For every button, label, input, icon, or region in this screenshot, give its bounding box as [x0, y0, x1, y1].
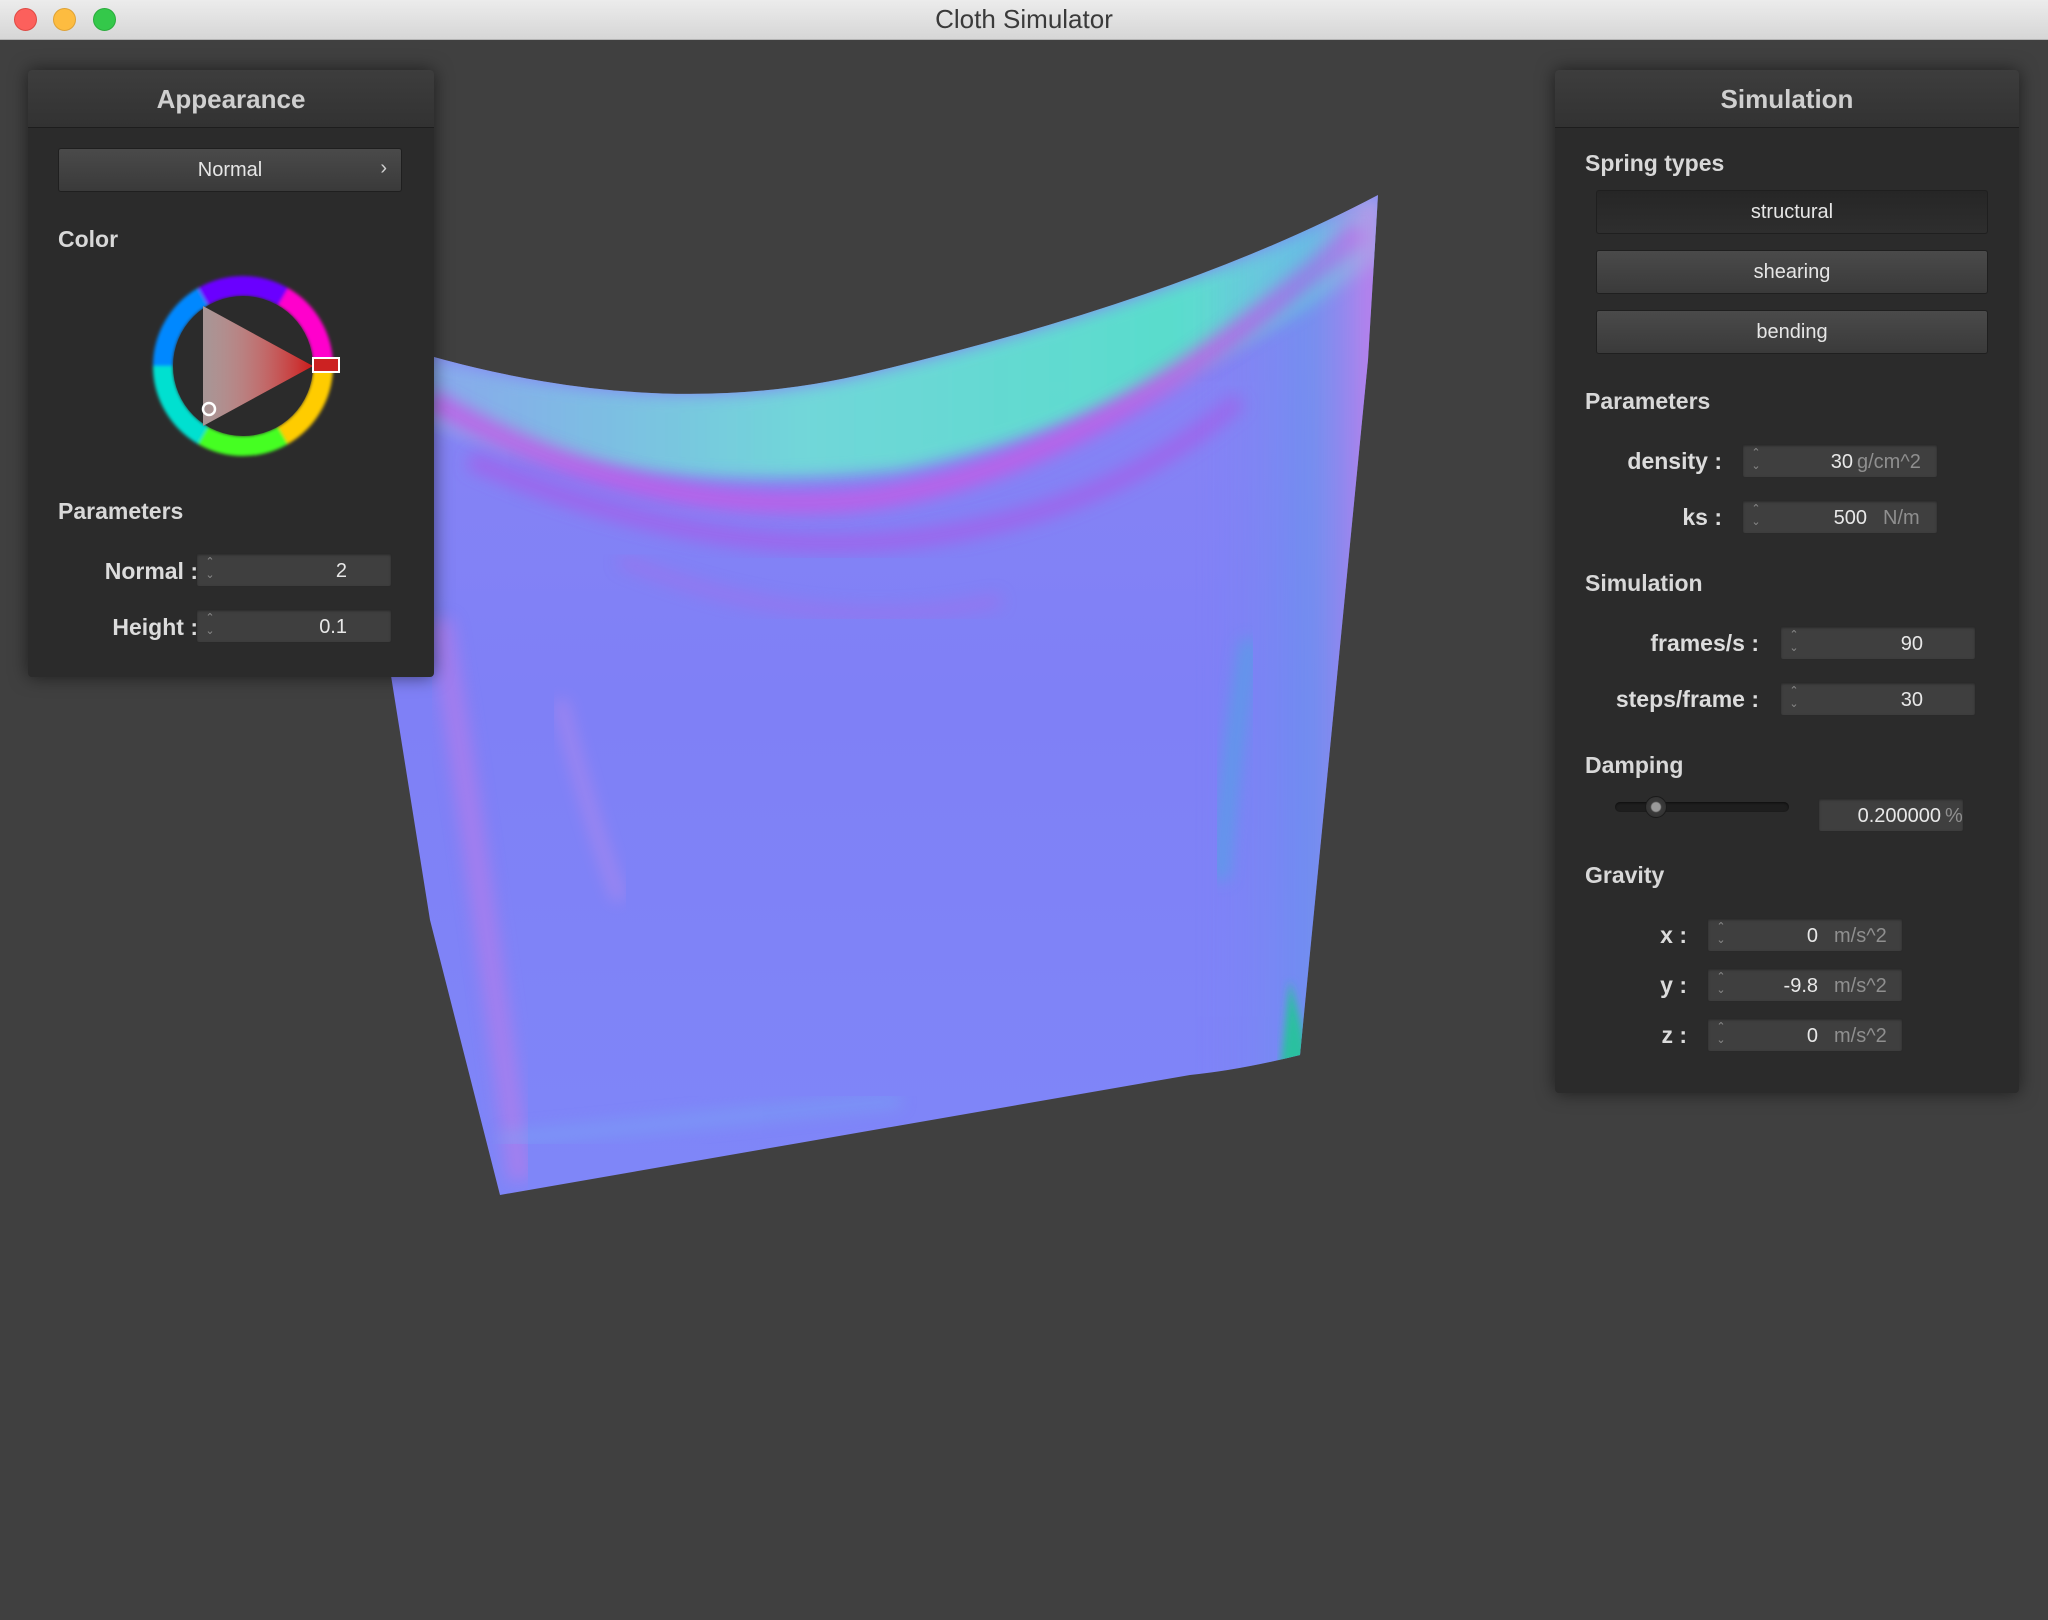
chevron-right-icon: › [380, 157, 387, 179]
spinner-arrows-icon[interactable]: ⌃ ⌄ [203, 612, 217, 642]
color-wheel[interactable] [143, 266, 343, 466]
spring-types-label: Spring types [1585, 150, 1725, 176]
bending-label: bending [1756, 321, 1828, 343]
spinner-arrows-icon[interactable]: ⌃ ⌄ [1749, 447, 1763, 477]
structural-label: structural [1750, 201, 1834, 223]
ks-input[interactable]: ⌃ ⌄ 500 N/m [1742, 500, 1938, 534]
appearance-panel-title: Appearance [28, 70, 434, 128]
density-value: 30 [1830, 451, 1853, 473]
gravity-y-unit: m/s^2 [1834, 975, 1887, 997]
steps-per-frame-value: 30 [1900, 689, 1923, 711]
damping-slider-handle[interactable] [1645, 796, 1668, 818]
damping-slider[interactable] [1615, 796, 1789, 818]
spinner-arrows-icon[interactable]: ⌃ ⌄ [203, 556, 217, 586]
gravity-x-unit: m/s^2 [1834, 925, 1887, 947]
height-input[interactable]: ⌃ ⌄ 0.1 [196, 609, 392, 643]
damping-unit: % [1945, 805, 1963, 827]
shader-select-button[interactable]: Normal › [58, 148, 402, 192]
window-title: Cloth Simulator [935, 4, 1113, 34]
steps-per-frame-input[interactable]: ⌃ ⌄ 30 [1780, 682, 1976, 716]
gravity-x-value: 0 [1806, 925, 1818, 947]
simulation-section-label: Simulation [1585, 570, 1703, 596]
appearance-panel: Appearance Normal › Color Parameters Nor… [28, 70, 434, 677]
density-unit: g/cm^2 [1857, 451, 1921, 473]
spinner-arrows-icon[interactable]: ⌃ ⌄ [1714, 971, 1728, 1001]
gravity-x-label: x : [1660, 922, 1687, 948]
spinner-arrows-icon[interactable]: ⌃ ⌄ [1787, 685, 1801, 715]
gravity-z-label: z : [1661, 1022, 1687, 1048]
title-bar: Cloth Simulator [0, 0, 2048, 40]
appearance-parameters-label: Parameters [58, 498, 184, 524]
damping-label: Damping [1585, 752, 1684, 778]
simulation-panel-title: Simulation [1555, 70, 2019, 128]
gravity-y-label: y : [1660, 972, 1687, 998]
simulation-parameters-label: Parameters [1585, 388, 1711, 414]
hue-picker-handle [312, 357, 340, 373]
spinner-arrows-icon[interactable]: ⌃ ⌄ [1787, 629, 1801, 659]
gravity-z-value: 0 [1806, 1025, 1818, 1047]
spinner-arrows-icon[interactable]: ⌃ ⌄ [1714, 921, 1728, 951]
shearing-label: shearing [1753, 261, 1831, 283]
normal-label: Normal : [104, 558, 198, 584]
bending-spring-toggle[interactable]: bending [1596, 310, 1988, 354]
simulation-panel: Simulation Spring types structural shear… [1555, 70, 2019, 1093]
frames-per-second-label: frames/s : [1650, 630, 1759, 656]
height-value: 0.1 [319, 616, 347, 638]
height-label: Height : [112, 614, 198, 640]
gravity-y-value: -9.8 [1783, 975, 1818, 997]
ks-value: 500 [1833, 507, 1867, 529]
ks-label: ks : [1682, 504, 1722, 530]
gravity-x-input[interactable]: ⌃ ⌄ 0 m/s^2 [1707, 918, 1903, 952]
density-label: density : [1627, 448, 1722, 474]
gravity-y-input[interactable]: ⌃ ⌄ -9.8 m/s^2 [1707, 968, 1903, 1002]
spinner-arrows-icon[interactable]: ⌃ ⌄ [1749, 503, 1763, 533]
shader-select-label: Normal [197, 159, 263, 181]
damping-value: 0.200000 [1857, 805, 1941, 827]
structural-spring-toggle[interactable]: structural [1596, 190, 1988, 234]
shearing-spring-toggle[interactable]: shearing [1596, 250, 1988, 294]
steps-per-frame-label: steps/frame : [1615, 686, 1759, 712]
frames-per-second-value: 90 [1900, 633, 1923, 655]
gravity-z-input[interactable]: ⌃ ⌄ 0 m/s^2 [1707, 1018, 1903, 1052]
ks-unit: N/m [1883, 507, 1920, 529]
normal-value: 2 [335, 560, 347, 582]
spinner-arrows-icon[interactable]: ⌃ ⌄ [1714, 1021, 1728, 1051]
damping-input[interactable]: 0.200000 % [1818, 798, 1964, 832]
gravity-z-unit: m/s^2 [1834, 1025, 1887, 1047]
normal-input[interactable]: ⌃ ⌄ 2 [196, 553, 392, 587]
density-input[interactable]: ⌃ ⌄ 30 g/cm^2 [1742, 444, 1938, 478]
gravity-label: Gravity [1585, 862, 1665, 888]
color-section-label: Color [58, 226, 119, 252]
frames-per-second-input[interactable]: ⌃ ⌄ 90 [1780, 626, 1976, 660]
